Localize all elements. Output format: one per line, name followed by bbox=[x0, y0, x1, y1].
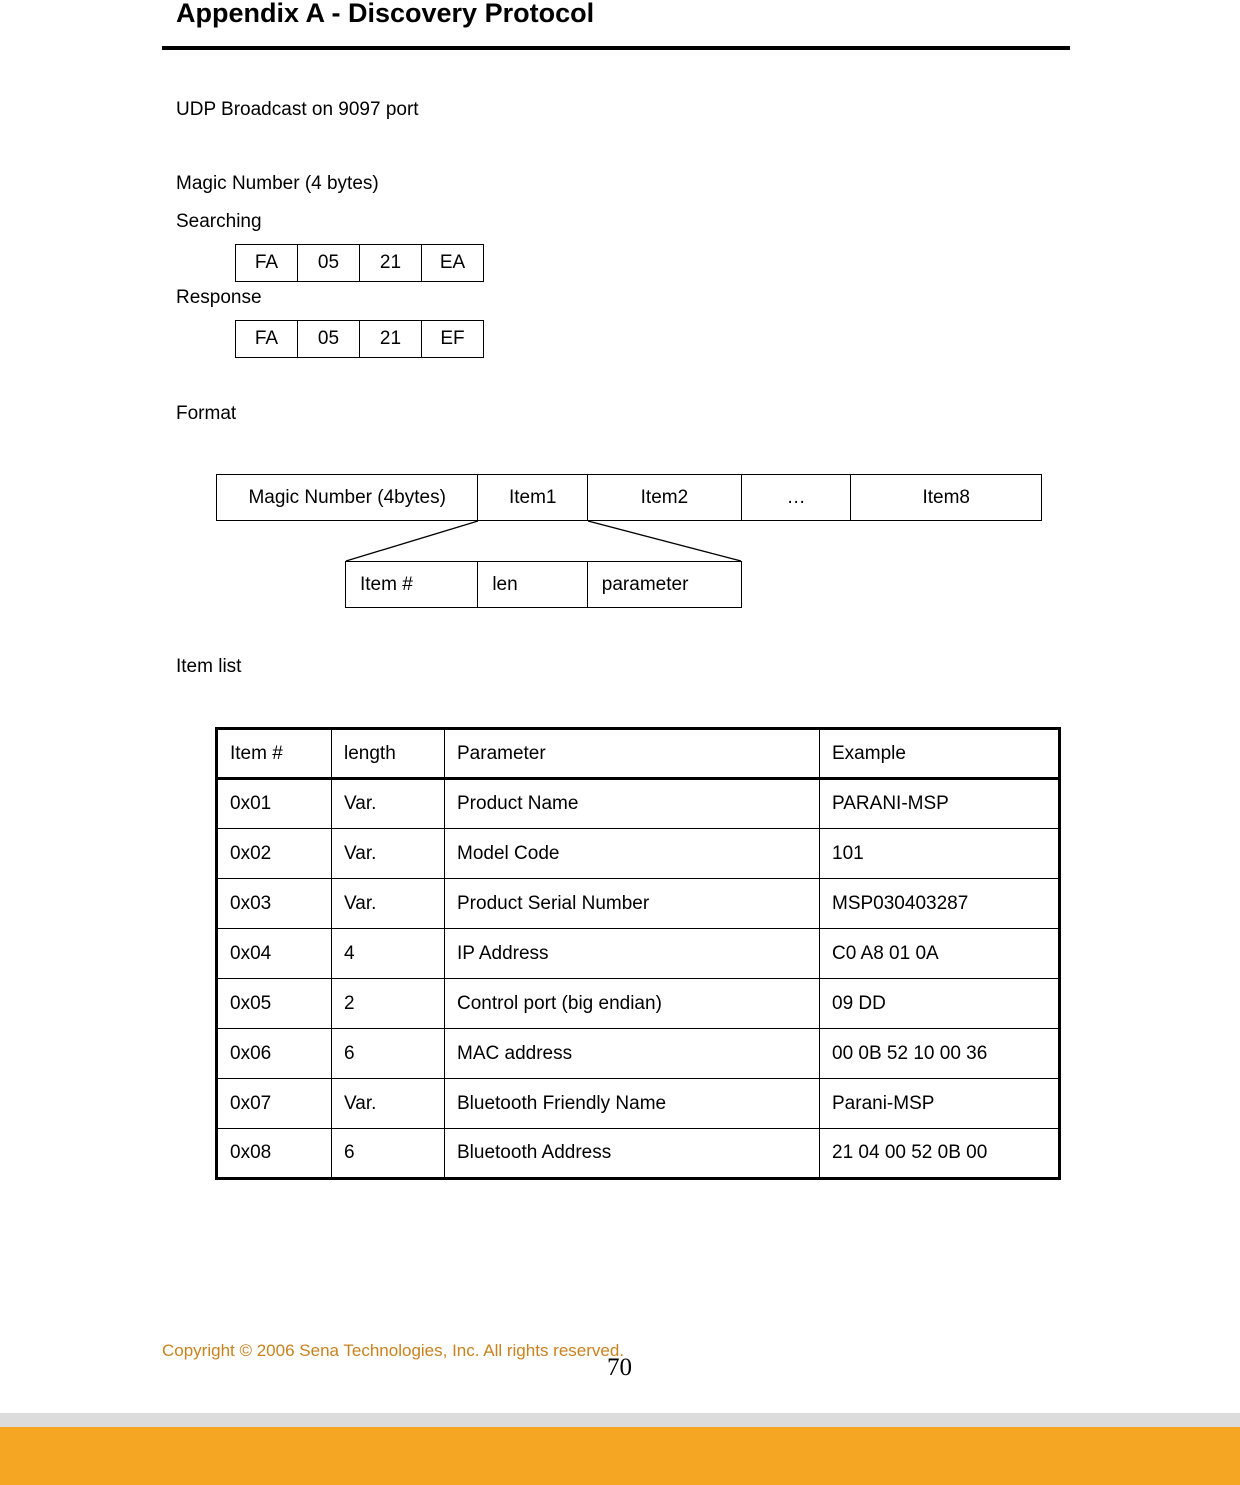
format-heading: Format bbox=[176, 403, 237, 424]
cell-parameter: Model Code bbox=[444, 828, 820, 879]
cell-parameter: Bluetooth Friendly Name bbox=[444, 1078, 820, 1129]
table-row: FA 05 21 EF bbox=[235, 320, 484, 358]
cell-item-number: 0x01 bbox=[216, 778, 332, 829]
byte-cell: EF bbox=[421, 320, 484, 358]
item-cell-parameter: parameter bbox=[601, 573, 689, 595]
cell-item-number: 0x08 bbox=[216, 1128, 332, 1179]
cell-example: C0 A8 01 0A bbox=[819, 928, 1060, 979]
cell-item-number: 0x06 bbox=[216, 1028, 332, 1079]
cell-example: 101 bbox=[819, 828, 1060, 879]
table-row: 0x02 Var. Model Code 101 bbox=[216, 828, 1060, 879]
cell-length: 6 bbox=[331, 1128, 445, 1179]
byte-cell: 21 bbox=[359, 320, 422, 358]
cell-length: Var. bbox=[331, 1078, 445, 1129]
cell-example: Parani-MSP bbox=[819, 1078, 1060, 1129]
cell-example: MSP030403287 bbox=[819, 878, 1060, 929]
cell-item-number: 0x05 bbox=[216, 978, 332, 1029]
byte-cell: 05 bbox=[297, 244, 360, 282]
byte-cell: FA bbox=[235, 320, 298, 358]
byte-cell: FA bbox=[235, 244, 298, 282]
item-list-table: Item # length Parameter Example 0x01 Var… bbox=[215, 727, 1061, 1180]
table-row: 0x07 Var. Bluetooth Friendly Name Parani… bbox=[216, 1078, 1060, 1129]
cell-item-number: 0x04 bbox=[216, 928, 332, 979]
column-header-example: Example bbox=[819, 728, 1060, 780]
cell-example: 21 04 00 52 0B 00 bbox=[819, 1128, 1060, 1179]
table-header-row: Item # length Parameter Example bbox=[216, 728, 1060, 780]
cell-example: 09 DD bbox=[819, 978, 1060, 1029]
cell-length: Var. bbox=[331, 828, 445, 879]
item-structure-box: Item # len parameter bbox=[345, 561, 742, 608]
byte-cell: EA bbox=[421, 244, 484, 282]
searching-magic-number-table: FA 05 21 EA bbox=[235, 244, 484, 282]
cell-length: 4 bbox=[331, 928, 445, 979]
cell-length: Var. bbox=[331, 878, 445, 929]
table-row: 0x05 2 Control port (big endian) 09 DD bbox=[216, 978, 1060, 1029]
table-row: FA 05 21 EA bbox=[235, 244, 484, 282]
response-magic-number-table: FA 05 21 EF bbox=[235, 320, 484, 358]
column-header-item-number: Item # bbox=[216, 728, 332, 780]
packet-cell-item8: Item8 bbox=[922, 486, 970, 508]
packet-structure-box: Magic Number (4bytes) Item1 Item2 … Item… bbox=[216, 474, 1042, 521]
page-number: 70 bbox=[607, 1354, 632, 1381]
column-header-length: length bbox=[331, 728, 445, 780]
item-cell-item-number: Item # bbox=[346, 562, 479, 607]
table-row: 0x04 4 IP Address C0 A8 01 0A bbox=[216, 928, 1060, 979]
packet-cell-item1: Item1 bbox=[478, 475, 589, 520]
cell-parameter: Bluetooth Address bbox=[444, 1128, 820, 1179]
cell-parameter: IP Address bbox=[444, 928, 820, 979]
cell-parameter: Control port (big endian) bbox=[444, 978, 820, 1029]
footer-accent-bar bbox=[0, 1427, 1240, 1485]
cell-item-number: 0x07 bbox=[216, 1078, 332, 1129]
table-row: 0x03 Var. Product Serial Number MSP03040… bbox=[216, 878, 1060, 929]
magic-number-heading: Magic Number (4 bytes) bbox=[176, 173, 379, 194]
cell-parameter: Product Serial Number bbox=[444, 878, 820, 929]
cell-length: 6 bbox=[331, 1028, 445, 1079]
cell-item-number: 0x03 bbox=[216, 878, 332, 929]
cell-length: Var. bbox=[331, 778, 445, 829]
header-divider-rule bbox=[162, 46, 1070, 50]
copyright-text: Copyright © 2006 Sena Technologies, Inc.… bbox=[162, 1341, 625, 1360]
table-row: 0x06 6 MAC address 00 0B 52 10 00 36 bbox=[216, 1028, 1060, 1079]
column-header-parameter: Parameter bbox=[444, 728, 820, 780]
table-row: 0x08 6 Bluetooth Address 21 04 00 52 0B … bbox=[216, 1128, 1060, 1179]
cell-item-number: 0x02 bbox=[216, 828, 332, 879]
cell-example: PARANI-MSP bbox=[819, 778, 1060, 829]
cell-example: 00 0B 52 10 00 36 bbox=[819, 1028, 1060, 1079]
searching-label: Searching bbox=[176, 211, 262, 232]
packet-cell-magic-number: Magic Number (4bytes) bbox=[217, 475, 479, 520]
footer-gray-divider bbox=[0, 1413, 1240, 1427]
item-list-heading: Item list bbox=[176, 656, 242, 677]
udp-broadcast-text: UDP Broadcast on 9097 port bbox=[176, 99, 419, 120]
cell-parameter: MAC address bbox=[444, 1028, 820, 1079]
cell-parameter: Product Name bbox=[444, 778, 820, 829]
page-title: Appendix A - Discovery Protocol bbox=[176, 0, 595, 28]
packet-cell-ellipsis: … bbox=[742, 475, 852, 520]
byte-cell: 21 bbox=[359, 244, 422, 282]
item-cell-len: len bbox=[478, 562, 588, 607]
response-label: Response bbox=[176, 287, 262, 308]
table-row: 0x01 Var. Product Name PARANI-MSP bbox=[216, 778, 1060, 829]
packet-cell-item2: Item2 bbox=[588, 475, 742, 520]
cell-length: 2 bbox=[331, 978, 445, 1029]
byte-cell: 05 bbox=[297, 320, 360, 358]
